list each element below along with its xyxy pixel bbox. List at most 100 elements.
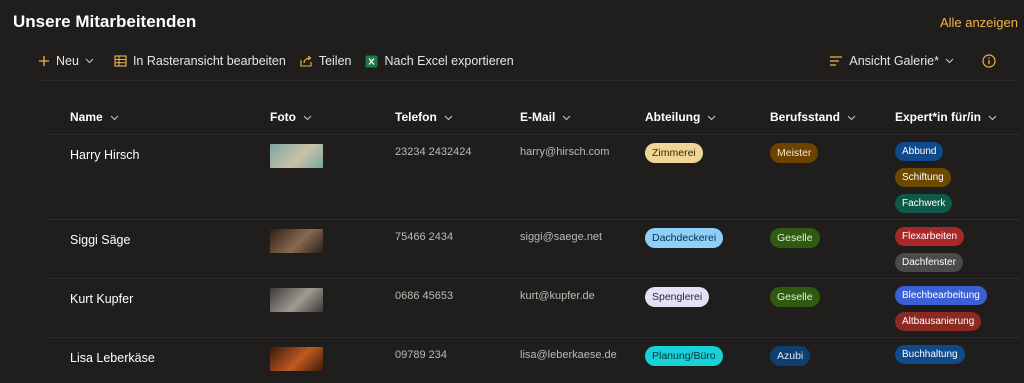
chevron-down-icon — [444, 115, 453, 121]
name-cell: Siggi Säge — [48, 220, 248, 279]
employee-name[interactable]: Kurt Kupfer — [70, 292, 248, 306]
grid-icon — [114, 55, 127, 67]
table-row[interactable]: Harry Hirsch 23234 2432424 harry@hirsch.co… — [48, 135, 1020, 220]
table-row[interactable]: Kurt Kupfer 0686 45653kurt@kupfer.de Speng… — [48, 279, 1020, 338]
table-row[interactable]: Siggi Säge 75466 2434 siggi@saege.netDachd… — [48, 220, 1020, 279]
employee-name[interactable]: Siggi Säge — [70, 233, 248, 247]
grid-edit-label: In Rasteransicht bearbeiten — [133, 54, 286, 68]
email-cell: harry@hirsch.com — [498, 135, 623, 220]
email-address: harry@hirsch.com — [520, 146, 623, 158]
see-all-link[interactable]: Alle anzeigen — [940, 15, 1018, 30]
status-badge: Meister — [770, 143, 818, 163]
share-icon — [300, 55, 313, 67]
phone-cell: 75466 2434 — [373, 220, 498, 279]
column-header-berufsstand[interactable]: Berufsstand — [748, 100, 873, 135]
column-header-telefon[interactable]: Telefon — [373, 100, 498, 135]
phone-number: 09789 234 — [395, 349, 498, 361]
column-header-label: Berufsstand — [770, 110, 840, 124]
email-cell: siggi@saege.net — [498, 220, 623, 279]
export-excel-button[interactable]: Nach Excel exportieren — [365, 54, 513, 68]
new-label: Neu — [56, 54, 79, 68]
expert-tag: Fachwerk — [895, 194, 952, 213]
status-badge: Azubi — [770, 346, 810, 366]
info-icon[interactable] — [982, 54, 996, 68]
table-row[interactable]: Lisa Leberkäse 09789 234lisa@leberkaese.d… — [48, 338, 1020, 383]
header-row: Name Foto Telefon E-Mail Abteilung Berufsstan… — [48, 100, 1020, 135]
column-header-label: Telefon — [395, 110, 437, 124]
chevron-down-icon — [562, 115, 571, 121]
expert-cell: Buchhaltung — [873, 338, 1020, 383]
expert-tag: Blechbearbeitung — [895, 286, 987, 305]
name-cell: Harry Hirsch — [48, 135, 248, 220]
expert-tag: Altbausanierung — [895, 312, 981, 331]
chevron-down-icon — [110, 115, 119, 121]
export-label: Nach Excel exportieren — [384, 54, 513, 68]
chevron-down-icon — [945, 58, 954, 64]
expert-tag: Schiftung — [895, 168, 951, 187]
expert-tag: Flexarbeiten — [895, 227, 964, 246]
expert-tag: Dachfenster — [895, 253, 963, 272]
employee-list: Name Foto Telefon E-Mail Abteilung Berufsstan… — [48, 100, 1020, 383]
view-controls: Ansicht Galerie* — [829, 52, 996, 70]
view-label: Ansicht Galerie* — [849, 54, 939, 68]
phone-number: 75466 2434 — [395, 231, 498, 243]
column-header-label: Foto — [270, 110, 296, 124]
name-cell: Lisa Leberkäse — [48, 338, 248, 383]
expert-tag: Buchhaltung — [895, 345, 965, 364]
department-cell: Dachdeckerei — [623, 220, 748, 279]
column-header-email[interactable]: E-Mail — [498, 100, 623, 135]
view-switcher[interactable]: Ansicht Galerie* — [829, 54, 960, 68]
email-address: siggi@saege.net — [520, 231, 623, 243]
photo-cell — [248, 279, 373, 338]
chevron-down-icon — [707, 115, 716, 121]
employee-photo[interactable] — [270, 347, 323, 371]
department-badge: Spenglerei — [645, 287, 709, 307]
share-label: Teilen — [319, 54, 352, 68]
expert-tag: Abbund — [895, 142, 943, 161]
department-cell: Zimmerei — [623, 135, 748, 220]
department-badge: Zimmerei — [645, 143, 703, 163]
status-cell: Azubi — [748, 338, 873, 383]
column-header-foto[interactable]: Foto — [248, 100, 373, 135]
phone-number: 0686 45653 — [395, 290, 498, 302]
phone-cell: 09789 234 — [373, 338, 498, 383]
status-badge: Geselle — [770, 287, 820, 307]
expert-cell: Abbund Schiftung Fachwerk — [873, 135, 1020, 220]
command-bar: Neu In Rasteransicht bearbeiten Teilen N… — [38, 52, 528, 70]
employee-name[interactable]: Lisa Leberkäse — [70, 351, 248, 365]
status-badge: Geselle — [770, 228, 820, 248]
employee-photo[interactable] — [270, 288, 323, 312]
status-cell: Meister — [748, 135, 873, 220]
column-header-expert[interactable]: Expert*in für/in — [873, 100, 1020, 135]
name-cell: Kurt Kupfer — [48, 279, 248, 338]
expert-cell: Flexarbeiten Dachfenster — [873, 220, 1020, 279]
column-header-label: Expert*in für/in — [895, 110, 981, 124]
new-button[interactable]: Neu — [38, 54, 100, 68]
grid-edit-button[interactable]: In Rasteransicht bearbeiten — [114, 54, 286, 68]
lines-icon — [829, 55, 843, 67]
chevron-down-icon — [847, 115, 856, 121]
phone-number: 23234 2432424 — [395, 146, 498, 158]
page-title: Unsere Mitarbeitenden — [13, 12, 196, 32]
email-cell: lisa@leberkaese.de — [498, 338, 623, 383]
chevron-down-icon — [303, 115, 312, 121]
share-button[interactable]: Teilen — [300, 54, 352, 68]
department-badge: Planung/Büro — [645, 346, 723, 366]
column-header-name[interactable]: Name — [48, 100, 248, 135]
employee-photo[interactable] — [270, 144, 323, 168]
status-cell: Geselle — [748, 220, 873, 279]
column-header-label: E-Mail — [520, 110, 555, 124]
employee-name[interactable]: Harry Hirsch — [70, 148, 248, 162]
plus-icon — [38, 55, 50, 67]
photo-cell — [248, 220, 373, 279]
toolbar-divider — [38, 80, 1018, 81]
expert-cell: Blechbearbeitung Altbausanierung — [873, 279, 1020, 338]
column-header-label: Abteilung — [645, 110, 700, 124]
email-cell: kurt@kupfer.de — [498, 279, 623, 338]
status-cell: Geselle — [748, 279, 873, 338]
column-header-abteilung[interactable]: Abteilung — [623, 100, 748, 135]
excel-icon — [365, 55, 378, 68]
employee-photo[interactable] — [270, 229, 323, 253]
photo-cell — [248, 338, 373, 383]
chevron-down-icon — [988, 115, 997, 121]
